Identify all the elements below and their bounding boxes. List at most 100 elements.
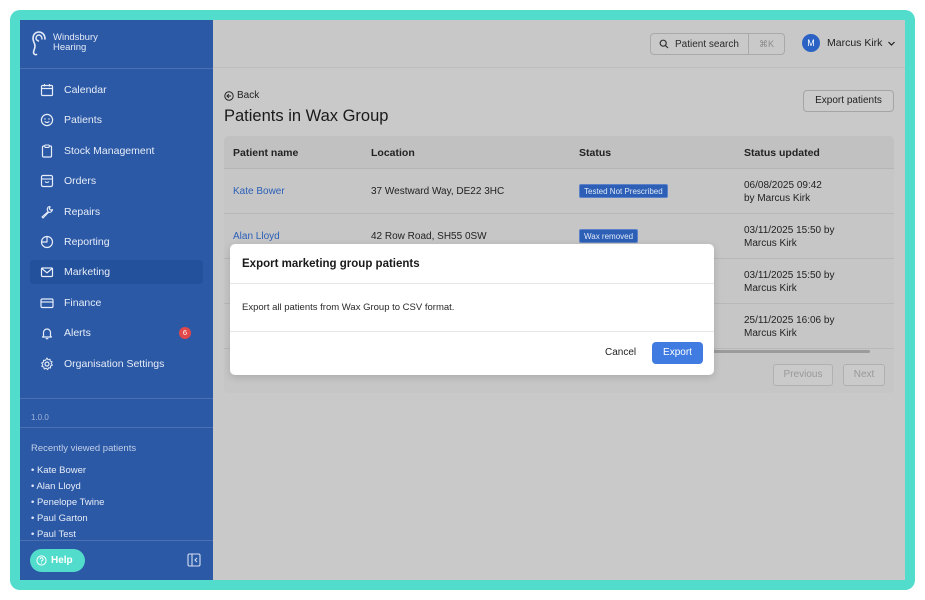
dialog-message: Export all patients from Wax Group to CS… — [242, 302, 455, 313]
sidebar-divider — [20, 427, 213, 428]
sidebar-item-label: Marketing — [64, 266, 111, 279]
app-window: Windsbury Hearing Calendar Patients Stoc… — [20, 20, 905, 580]
sidebar-item-reporting[interactable]: Reporting — [30, 230, 203, 254]
recent-patient-link[interactable]: • Penelope Twine — [31, 495, 104, 511]
help-label: Help — [51, 555, 73, 566]
status-updated-line: 06/08/2025 09:42 — [744, 180, 822, 191]
app-frame: Windsbury Hearing Calendar Patients Stoc… — [10, 10, 915, 590]
envelope-icon — [40, 265, 54, 279]
sidebar-item-label: Finance — [64, 296, 102, 309]
status-updated: 06/08/2025 09:42 by Marcus Kirk — [744, 179, 822, 205]
sidebar-item-repairs[interactable]: Repairs — [30, 200, 203, 224]
previous-page-button[interactable]: Previous — [773, 364, 833, 386]
alerts-count-badge: 6 — [179, 327, 191, 340]
brand-logo[interactable]: Windsbury Hearing — [30, 30, 98, 56]
export-button[interactable]: Export — [652, 342, 703, 364]
sidebar-item-label: Repairs — [64, 205, 101, 218]
search-icon — [659, 39, 669, 49]
topbar: Patient search ⌘K M Marcus Kirk — [213, 20, 905, 68]
sidebar-item-label: Calendar — [64, 84, 107, 96]
gear-icon — [40, 357, 54, 371]
bell-icon — [40, 326, 54, 340]
status-badge: Wax removed — [579, 229, 639, 243]
status-updated-line: Marcus Kirk — [744, 283, 797, 294]
user-name: Marcus Kirk — [827, 37, 883, 49]
sidebar-item-label: Organisation Settings — [64, 357, 165, 370]
patient-name-link[interactable]: Kate Bower — [233, 186, 285, 197]
status-updated-line: Marcus Kirk — [744, 328, 797, 339]
user-menu[interactable]: M Marcus Kirk — [802, 34, 896, 52]
sidebar-item-alerts[interactable]: Alerts 6 — [30, 321, 203, 345]
status-updated: 03/11/2025 15:50 by Marcus Kirk — [744, 224, 834, 250]
dialog-divider — [230, 331, 714, 332]
sidebar: Windsbury Hearing Calendar Patients Stoc… — [20, 20, 213, 580]
back-arrow-icon — [224, 90, 234, 101]
status-updated: 25/11/2025 16:06 by Marcus Kirk — [744, 314, 834, 340]
avatar: M — [802, 34, 820, 52]
brand-name-line2: Hearing — [53, 42, 87, 53]
horizontal-scrollbar[interactable] — [704, 350, 870, 353]
app-version: 1.0.0 — [31, 413, 49, 422]
recent-patients-list: • Kate Bower • Alan Lloyd • Penelope Twi… — [31, 463, 104, 543]
sidebar-item-orders[interactable]: Orders — [30, 169, 203, 193]
question-circle-icon — [36, 555, 47, 566]
sidebar-item-organisation-settings[interactable]: Organisation Settings — [30, 352, 203, 376]
recent-patients-title: Recently viewed patients — [31, 443, 137, 454]
keyboard-shortcut: ⌘K — [748, 34, 784, 54]
column-header[interactable]: Location — [371, 147, 415, 159]
patient-name-link[interactable]: Alan Lloyd — [233, 231, 280, 242]
sidebar-item-label: Reporting — [64, 235, 110, 248]
export-patients-button[interactable]: Export patients — [803, 90, 894, 112]
help-button[interactable]: Help — [30, 549, 85, 572]
sidebar-item-marketing[interactable]: Marketing — [30, 260, 203, 285]
cancel-button[interactable]: Cancel — [605, 347, 636, 358]
recent-patient-link[interactable]: • Paul Garton — [31, 511, 104, 527]
sidebar-item-finance[interactable]: Finance — [30, 291, 203, 315]
sidebar-item-label: Orders — [64, 175, 97, 188]
status-updated-line: Marcus Kirk — [744, 238, 797, 249]
sidebar-item-calendar[interactable]: Calendar — [30, 78, 203, 102]
status-updated-line: 03/11/2025 15:50 by — [744, 270, 835, 281]
recent-patient-link[interactable]: • Alan Lloyd — [31, 479, 104, 495]
patient-search-label: Patient search — [675, 38, 739, 50]
sidebar-item-label: Alerts — [64, 327, 91, 340]
patient-location: 42 Row Road, SH55 0SW — [371, 231, 487, 242]
clipboard-icon — [40, 144, 54, 158]
dialog-divider — [230, 283, 714, 284]
page-title: Patients in Wax Group — [224, 107, 389, 125]
ear-logo-icon — [32, 31, 46, 56]
column-header[interactable]: Status updated — [744, 147, 820, 159]
patient-search-button[interactable]: Patient search ⌘K — [650, 33, 785, 55]
wrench-icon — [40, 205, 54, 219]
export-dialog: Export marketing group patients Export a… — [230, 244, 714, 375]
chevron-down-icon — [888, 41, 896, 46]
column-header[interactable]: Status — [579, 147, 611, 159]
sidebar-item-patients[interactable]: Patients — [30, 108, 203, 132]
sidebar-divider — [20, 398, 213, 399]
status-updated-line: 03/11/2025 15:50 by — [744, 225, 835, 236]
calendar-icon — [40, 83, 54, 97]
sidebar-nav: Calendar Patients Stock Management Order… — [30, 78, 203, 382]
pie-chart-icon — [40, 235, 54, 249]
sidebar-item-label: Patients — [64, 114, 102, 127]
status-badge: Tested Not Prescribed — [579, 184, 668, 198]
status-updated: 03/11/2025 15:50 by Marcus Kirk — [744, 269, 834, 295]
smiley-icon — [40, 113, 54, 127]
inbox-icon — [40, 174, 54, 188]
collapse-sidebar-icon[interactable] — [187, 553, 201, 567]
back-label: Back — [237, 90, 260, 101]
column-header[interactable]: Patient name — [233, 147, 298, 159]
sidebar-divider — [20, 68, 213, 69]
recent-patient-link[interactable]: • Kate Bower — [31, 463, 104, 479]
table-header: Patient name Location Status Status upda… — [224, 136, 894, 169]
next-page-button[interactable]: Next — [843, 364, 885, 386]
sidebar-item-label: Stock Management — [64, 144, 155, 157]
back-link[interactable]: Back — [224, 90, 259, 101]
credit-card-icon — [40, 296, 54, 310]
sidebar-item-stock-management[interactable]: Stock Management — [30, 139, 203, 163]
status-updated-line: by Marcus Kirk — [744, 193, 811, 204]
dialog-title: Export marketing group patients — [242, 258, 420, 270]
status-updated-line: 25/11/2025 16:06 by — [744, 315, 835, 326]
table-row[interactable]: Kate Bower 37 Westward Way, DE22 3HC Tes… — [224, 169, 894, 214]
sidebar-divider — [20, 540, 213, 541]
